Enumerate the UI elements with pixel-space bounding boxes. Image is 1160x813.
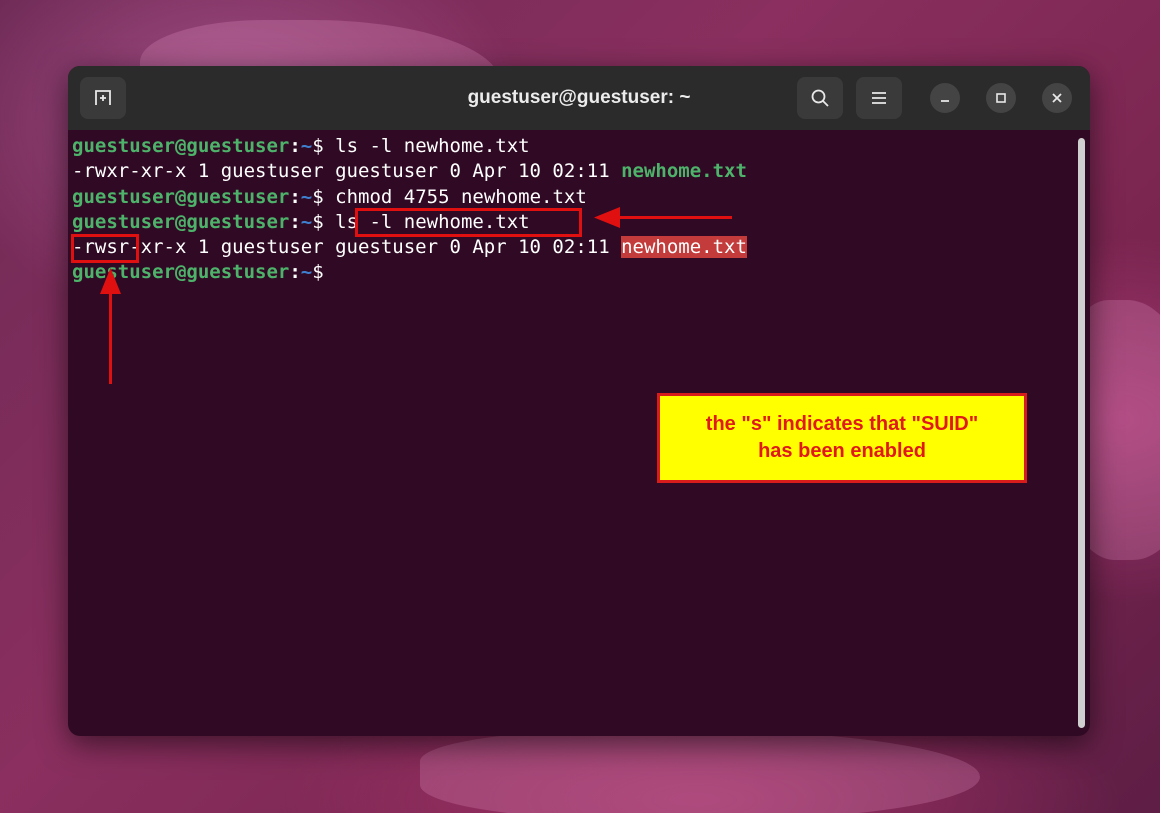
prompt-colon: :	[289, 135, 301, 157]
close-icon	[1052, 93, 1062, 103]
permission-highlight-box	[71, 234, 139, 263]
prompt-path: ~	[300, 210, 313, 233]
minimize-button[interactable]	[930, 83, 960, 113]
window-titlebar[interactable]: guestuser@guestuser: ~	[68, 66, 1090, 130]
suid-annotation-note: the "s" indicates that "SUID" has been e…	[657, 393, 1027, 483]
note-line-2: has been enabled	[758, 440, 926, 462]
prompt-user: guestuser@guestuser	[72, 135, 290, 157]
minimize-icon	[941, 100, 949, 102]
note-line-1: the "s" indicates that "SUID"	[705, 413, 979, 435]
wallpaper-shape	[420, 730, 980, 813]
command-arrow-head	[594, 207, 620, 228]
prompt-user: guestuser@guestuser	[72, 210, 290, 233]
terminal-line: -rwsr-xr-x 1 guestuser guestuser 0 Apr 1…	[72, 235, 1090, 260]
search-icon	[811, 89, 829, 107]
terminal-line: guestuser@guestuser:~$ ls -l newhome.txt	[72, 134, 1090, 159]
search-button[interactable]	[797, 77, 843, 119]
scrollbar[interactable]	[1078, 138, 1085, 728]
prompt-colon: :	[289, 185, 301, 208]
permission-arrow-head	[100, 268, 121, 294]
terminal-line: guestuser@guestuser:~$ chmod 4755 newhom…	[72, 185, 1090, 210]
prompt-user: guestuser@guestuser	[72, 185, 290, 208]
command-highlight-box	[355, 208, 582, 237]
prompt-dollar: $	[312, 135, 324, 157]
hamburger-menu-icon	[872, 92, 886, 104]
prompt-path: ~	[300, 185, 313, 208]
prompt-dollar: $	[312, 210, 324, 233]
maximize-icon	[996, 93, 1006, 103]
prompt-path: ~	[300, 135, 313, 157]
command-text: chmod 4755 newhome.txt	[323, 185, 587, 208]
menu-button[interactable]	[856, 77, 902, 119]
prompt-path: ~	[300, 261, 313, 284]
terminal-line: -rwxr-xr-x 1 guestuser guestuser 0 Apr 1…	[72, 159, 1090, 184]
maximize-button[interactable]	[986, 83, 1016, 113]
prompt-dollar: $	[312, 261, 324, 284]
permission-arrow-shaft	[109, 290, 112, 384]
prompt-dollar: $	[312, 185, 324, 208]
terminal-line: guestuser@guestuser:~$	[72, 260, 1090, 285]
close-button[interactable]	[1042, 83, 1072, 113]
output-text: -rwxr-xr-x 1 guestuser guestuser 0 Apr 1…	[72, 160, 622, 183]
command-text: ls -l newhome.txt	[323, 135, 530, 157]
file-name: newhome.txt	[621, 160, 747, 183]
file-name-suid: newhome.txt	[621, 236, 747, 259]
output-text: -rwsr-xr-x 1 guestuser guestuser 0 Apr 1…	[72, 236, 622, 259]
prompt-colon: :	[289, 261, 301, 284]
command-arrow-shaft	[615, 216, 732, 219]
prompt-colon: :	[289, 210, 301, 233]
